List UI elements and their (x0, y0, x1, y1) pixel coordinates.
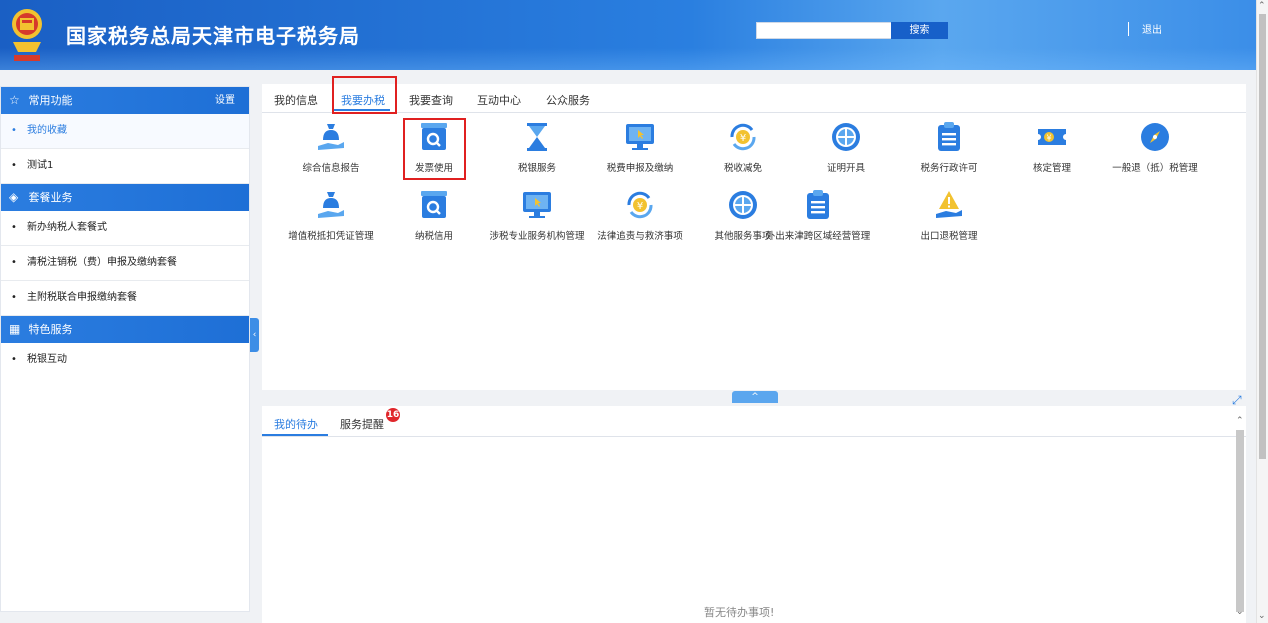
service-tax-credit[interactable]: 纳税信用 (379, 188, 489, 246)
service-tax-exemption[interactable]: ¥ 税收减免 (688, 120, 798, 178)
section-title: 套餐业务 (28, 191, 73, 204)
todo-panel: 我的待办 服务提醒 16 暂无待办事项! (262, 406, 1246, 623)
monitor-icon (523, 192, 551, 218)
globe-icon (832, 123, 860, 151)
service-panel: 我的信息 我要办税 我要查询 互动中心 公众服务 综合信息报告 发票使用 税银服… (262, 76, 1246, 390)
active-tab-indicator (262, 434, 328, 436)
bullet-icon: • (11, 257, 17, 268)
tab-query[interactable]: 我要查询 (409, 92, 453, 108)
scroll-up-icon[interactable]: ⌃ (1236, 416, 1244, 426)
tab-my-info[interactable]: 我的信息 (274, 92, 318, 108)
service-invoice-usage[interactable]: 发票使用 (379, 120, 489, 178)
clipboard-icon (938, 122, 960, 151)
panel-collapse-button[interactable]: ^ (732, 391, 778, 403)
bullet-icon: • (11, 292, 17, 303)
svg-text:¥: ¥ (1046, 134, 1051, 143)
yuan-cycle-icon: ¥ (730, 123, 756, 151)
globe-icon (729, 191, 757, 219)
todo-tab-bar: 我的待办 服务提醒 16 (262, 406, 1246, 437)
sidebar-section-special[interactable]: ▦ 特色服务 (1, 316, 249, 343)
invoice-icon (421, 123, 447, 150)
tab-service-reminder[interactable]: 服务提醒 (340, 416, 384, 432)
section-title: 常用功能 (28, 94, 73, 107)
moneybag-icon (318, 192, 344, 218)
service-tax-bank[interactable]: 税银服务 (482, 120, 592, 178)
sidebar-item-new-taxpayer-package[interactable]: • 新办纳税人套餐式 (1, 211, 249, 246)
scroll-down-icon[interactable]: ⌄ (1236, 607, 1244, 617)
reminder-count-badge: 16 (386, 408, 400, 422)
sidebar-item-deregistration-package[interactable]: • 清税注销税（费）申报及缴纳套餐 (1, 246, 249, 281)
scroll-down-icon[interactable]: ⌄ (1258, 611, 1266, 621)
sidebar-section-common[interactable]: ☆ 常用功能 设置 (1, 87, 249, 114)
service-administrative-license[interactable]: 税务行政许可 (894, 120, 1004, 178)
bullet-icon: • (11, 125, 17, 136)
svg-text:¥: ¥ (740, 133, 746, 144)
service-certificate[interactable]: 证明开具 (791, 120, 901, 178)
moneybag-icon (318, 124, 344, 150)
bullet-icon: • (11, 160, 17, 171)
main-tab-bar: 我的信息 我要办税 我要查询 互动中心 公众服务 (262, 84, 1246, 113)
sidebar: ☆ 常用功能 设置 • 我的收藏 • 测试1 ◈ 套餐业务 • 新办纳税人套餐式 • 清… (0, 86, 250, 377)
compass-icon (1141, 123, 1169, 151)
header-divider (1128, 22, 1129, 36)
bullet-icon: • (11, 354, 17, 365)
logout-link[interactable]: 退出 (1142, 22, 1162, 39)
hourglass-icon (527, 123, 547, 151)
service-comprehensive-report[interactable]: 综合信息报告 (276, 120, 386, 178)
sidebar-section-package[interactable]: ◈ 套餐业务 (1, 184, 249, 211)
empty-state-text: 暂无待办事项! (704, 606, 775, 619)
sidebar-item-tax-bank-interaction[interactable]: • 税银互动 (1, 343, 249, 377)
service-cross-region[interactable]: 外出来津跨区域经营管理 (762, 188, 874, 246)
tab-interaction[interactable]: 互动中心 (477, 92, 521, 108)
grid-icon: ▦ (9, 322, 21, 336)
service-general-refund[interactable]: 一般退（抵）税管理 (1100, 120, 1210, 178)
yuan-cycle-icon: ¥ (627, 191, 653, 219)
layers-icon: ◈ (9, 190, 19, 204)
service-export-refund[interactable]: 出口退税管理 (894, 188, 1004, 246)
site-title: 国家税务总局天津市电子税务局 (66, 24, 360, 48)
ticket-icon: ¥ (1038, 129, 1066, 145)
svg-text:¥: ¥ (637, 201, 643, 212)
scroll-up-icon[interactable]: ⌃ (1258, 1, 1266, 11)
bullet-icon: • (11, 222, 17, 233)
tab-public-service[interactable]: 公众服务 (546, 92, 590, 108)
scrollbar-thumb[interactable] (1259, 14, 1266, 459)
star-icon: ☆ (9, 93, 20, 107)
search-button[interactable]: 搜索 (891, 22, 948, 39)
monitor-icon (626, 124, 654, 150)
highlight-box-tab (332, 76, 397, 114)
service-verification-management[interactable]: ¥ 核定管理 (997, 120, 1107, 178)
tab-my-todo[interactable]: 我的待办 (274, 416, 318, 432)
todo-scrollbar[interactable]: ⌃ ⌄ (1234, 410, 1246, 623)
header-wave-decoration (0, 48, 1256, 70)
page-scrollbar[interactable]: ⌃ ⌄ (1256, 0, 1268, 623)
service-vat-deduction[interactable]: 增值税抵扣凭证管理 (276, 188, 386, 246)
top-header: 国家税务总局天津市电子税务局 搜索 退出 (0, 0, 1256, 70)
sidebar-collapse-button[interactable]: ‹ (250, 318, 259, 352)
sidebar-item-favorites[interactable]: • 我的收藏 (1, 114, 249, 149)
service-legal-remedy[interactable]: ¥ 法律追责与救济事项 (585, 188, 695, 246)
scrollbar-thumb[interactable] (1236, 430, 1244, 612)
settings-link[interactable]: 设置 (215, 87, 235, 114)
service-professional-agency[interactable]: 涉税专业服务机构管理 (482, 188, 592, 246)
clipboard-icon (807, 190, 829, 219)
sidebar-empty-area (0, 376, 250, 612)
warning-hand-icon (936, 191, 962, 218)
section-title: 特色服务 (28, 323, 73, 336)
sidebar-item-test1[interactable]: • 测试1 (1, 149, 249, 184)
tax-emblem-logo (12, 9, 42, 61)
sidebar-item-joint-declaration-package[interactable]: • 主附税联合申报缴纳套餐 (1, 281, 249, 316)
search-input[interactable] (756, 22, 892, 39)
invoice-icon (421, 191, 447, 218)
service-declaration-payment[interactable]: 税费申报及缴纳 (585, 120, 695, 178)
